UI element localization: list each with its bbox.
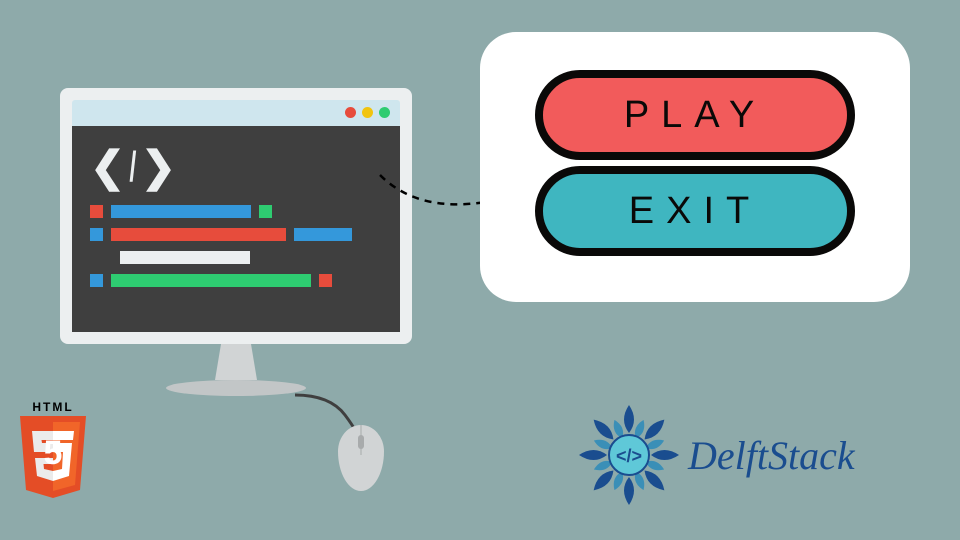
exit-button[interactable]: EXIT [535, 166, 855, 256]
play-button-label: PLAY [624, 94, 766, 137]
monitor-frame: ❮/❯ [60, 88, 412, 344]
delftstack-brand-name: DelftStack [688, 432, 855, 479]
code-line [90, 205, 382, 218]
window-controls [345, 107, 390, 118]
minimize-dot-icon [362, 107, 373, 118]
monitor-base [166, 380, 306, 396]
computer-mouse-icon [338, 425, 384, 491]
close-dot-icon [345, 107, 356, 118]
code-line [90, 228, 382, 241]
code-line [90, 274, 382, 287]
svg-text:5: 5 [44, 434, 63, 472]
code-tag-icon: ❮/❯ [90, 142, 382, 191]
svg-text:</>: </> [616, 446, 642, 466]
speech-bubble: PLAY EXIT [480, 32, 910, 302]
exit-button-label: EXIT [629, 190, 761, 233]
code-line [90, 251, 382, 264]
computer-monitor: ❮/❯ [60, 88, 412, 416]
html5-label: HTML [14, 400, 92, 414]
maximize-dot-icon [379, 107, 390, 118]
monitor-stand [211, 344, 261, 380]
delftstack-logo: </> DelftStack [574, 400, 855, 510]
html5-logo: HTML 5 [14, 400, 92, 513]
mandala-icon: </> [574, 400, 684, 510]
window-titlebar [72, 100, 400, 126]
code-editor-screen: ❮/❯ [72, 126, 400, 332]
play-button[interactable]: PLAY [535, 70, 855, 160]
html5-shield-icon: 5 [14, 416, 92, 508]
